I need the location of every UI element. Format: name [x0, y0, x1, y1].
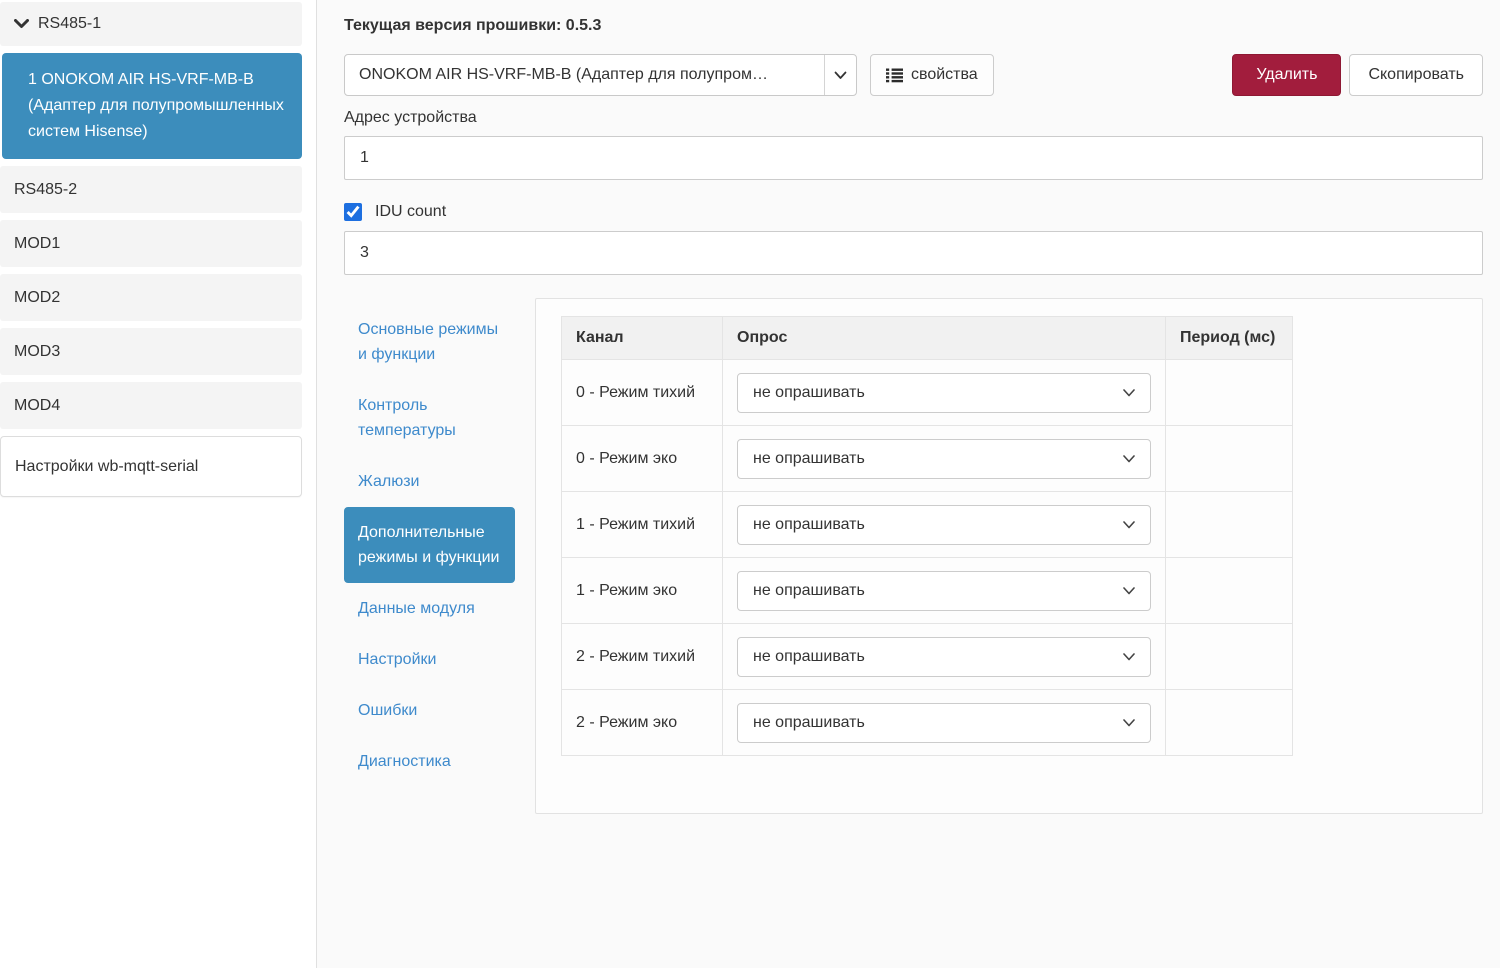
sidebar-item-2[interactable]: MOD2 [0, 274, 302, 321]
settings-section: Основные режимы и функцииКонтроль темпер… [344, 298, 1483, 814]
poll-select[interactable]: не опрашивать [737, 505, 1151, 545]
list-icon [886, 68, 903, 83]
select-chevron-down-icon [1123, 516, 1135, 534]
select-chevron-down-icon [1123, 450, 1135, 468]
column-header-period: Период (мс) [1166, 317, 1293, 360]
sidebar: RS485-1 1 ONOKOM AIR HS-VRF-MB-B (Адапте… [0, 0, 317, 968]
poll-select[interactable]: не опрашивать [737, 637, 1151, 677]
channel-name-cell: 1 - Режим эко [562, 558, 723, 624]
channels-table: Канал Опрос Период (мс) 0 - Режим тихий … [561, 316, 1293, 756]
poll-cell: не опрашивать [723, 492, 1166, 558]
select-chevron-down-icon [1123, 714, 1135, 732]
sidebar-item-0[interactable]: RS485-2 [0, 166, 302, 213]
poll-cell: не опрашивать [723, 558, 1166, 624]
tab-7[interactable]: Диагностика [344, 736, 515, 787]
channel-name-cell: 1 - Режим тихий [562, 492, 723, 558]
channel-name-cell: 0 - Режим тихий [562, 360, 723, 426]
main-content: Текущая версия прошивки: 0.5.3 ONOKOM AI… [317, 0, 1500, 968]
poll-select[interactable]: не опрашивать [737, 373, 1151, 413]
column-header-poll: Опрос [723, 317, 1166, 360]
sidebar-item-wb-mqtt-serial-settings[interactable]: Настройки wb-mqtt-serial [0, 436, 302, 497]
poll-select[interactable]: не опрашивать [737, 439, 1151, 479]
properties-button[interactable]: свойства [870, 54, 994, 96]
period-cell [1166, 558, 1293, 624]
poll-cell: не опрашивать [723, 360, 1166, 426]
tab-1[interactable]: Контроль температуры [344, 380, 515, 456]
channel-name-cell: 0 - Режим эко [562, 426, 723, 492]
poll-cell: не опрашивать [723, 624, 1166, 690]
tab-active[interactable]: Дополнительные режимы и функции [344, 507, 515, 583]
sidebar-group-label: RS485-1 [38, 15, 101, 33]
device-type-select-value: ONOKOM AIR HS-VRF-MB-B (Адаптер для полу… [345, 55, 824, 95]
poll-cell: не опрашивать [723, 690, 1166, 756]
sidebar-item-3[interactable]: MOD3 [0, 328, 302, 375]
poll-cell: не опрашивать [723, 426, 1166, 492]
poll-select-value: не опрашивать [753, 714, 865, 732]
tab-2[interactable]: Жалюзи [344, 456, 515, 507]
device-address-input[interactable] [344, 136, 1483, 180]
copy-button[interactable]: Скопировать [1349, 54, 1483, 96]
poll-select[interactable]: не опрашивать [737, 703, 1151, 743]
poll-select-value: не опрашивать [753, 582, 865, 600]
idu-count-row: IDU count [344, 203, 1483, 221]
table-header-row: Канал Опрос Период (мс) [562, 317, 1293, 360]
tab-5[interactable]: Настройки [344, 634, 515, 685]
idu-count-label: IDU count [375, 203, 446, 221]
properties-button-label: свойства [911, 66, 978, 84]
poll-select[interactable]: не опрашивать [737, 571, 1151, 611]
tab-6[interactable]: Ошибки [344, 685, 515, 736]
poll-select-value: не опрашивать [753, 384, 865, 402]
column-header-channel: Канал [562, 317, 723, 360]
period-cell [1166, 624, 1293, 690]
chevron-down-icon [14, 19, 29, 29]
period-cell [1166, 360, 1293, 426]
device-type-select[interactable]: ONOKOM AIR HS-VRF-MB-B (Адаптер для полу… [344, 54, 857, 96]
device-address-label: Адрес устройства [344, 109, 1483, 127]
poll-select-value: не опрашивать [753, 516, 865, 534]
select-chevron-down-icon [1123, 582, 1135, 600]
delete-button[interactable]: Удалить [1232, 54, 1341, 96]
toolbar: ONOKOM AIR HS-VRF-MB-B (Адаптер для полу… [344, 54, 1483, 96]
table-row: 1 - Режим эко не опрашивать [562, 558, 1293, 624]
sidebar-item-4[interactable]: MOD4 [0, 382, 302, 429]
sidebar-group-rs485-1[interactable]: RS485-1 [0, 2, 302, 46]
tab-list: Основные режимы и функцииКонтроль темпер… [344, 304, 515, 787]
poll-select-value: не опрашивать [753, 450, 865, 468]
sidebar-item-selected-device[interactable]: 1 ONOKOM AIR HS-VRF-MB-B (Адаптер для по… [2, 53, 302, 159]
table-row: 2 - Режим тихий не опрашивать [562, 624, 1293, 690]
select-chevron-down-icon [824, 55, 856, 95]
period-cell [1166, 690, 1293, 756]
period-cell [1166, 426, 1293, 492]
table-row: 1 - Режим тихий не опрашивать [562, 492, 1293, 558]
table-row: 0 - Режим тихий не опрашивать [562, 360, 1293, 426]
table-row: 2 - Режим эко не опрашивать [562, 690, 1293, 756]
tab-0[interactable]: Основные режимы и функции [344, 304, 515, 380]
tab-4[interactable]: Данные модуля [344, 583, 515, 634]
table-row: 0 - Режим эко не опрашивать [562, 426, 1293, 492]
app-window: RS485-1 1 ONOKOM AIR HS-VRF-MB-B (Адапте… [0, 0, 1500, 968]
idu-count-checkbox[interactable] [344, 203, 362, 221]
period-cell [1166, 492, 1293, 558]
firmware-version-text: Текущая версия прошивки: 0.5.3 [344, 17, 1483, 35]
channel-name-cell: 2 - Режим тихий [562, 624, 723, 690]
idu-count-input[interactable] [344, 231, 1483, 275]
sidebar-item-1[interactable]: MOD1 [0, 220, 302, 267]
poll-select-value: не опрашивать [753, 648, 865, 666]
channel-name-cell: 2 - Режим эко [562, 690, 723, 756]
select-chevron-down-icon [1123, 384, 1135, 402]
channels-panel: Канал Опрос Период (мс) 0 - Режим тихий … [535, 298, 1483, 814]
sidebar-port-list: RS485-2 MOD1 MOD2 MOD3 MOD4 [0, 166, 316, 429]
select-chevron-down-icon [1123, 648, 1135, 666]
